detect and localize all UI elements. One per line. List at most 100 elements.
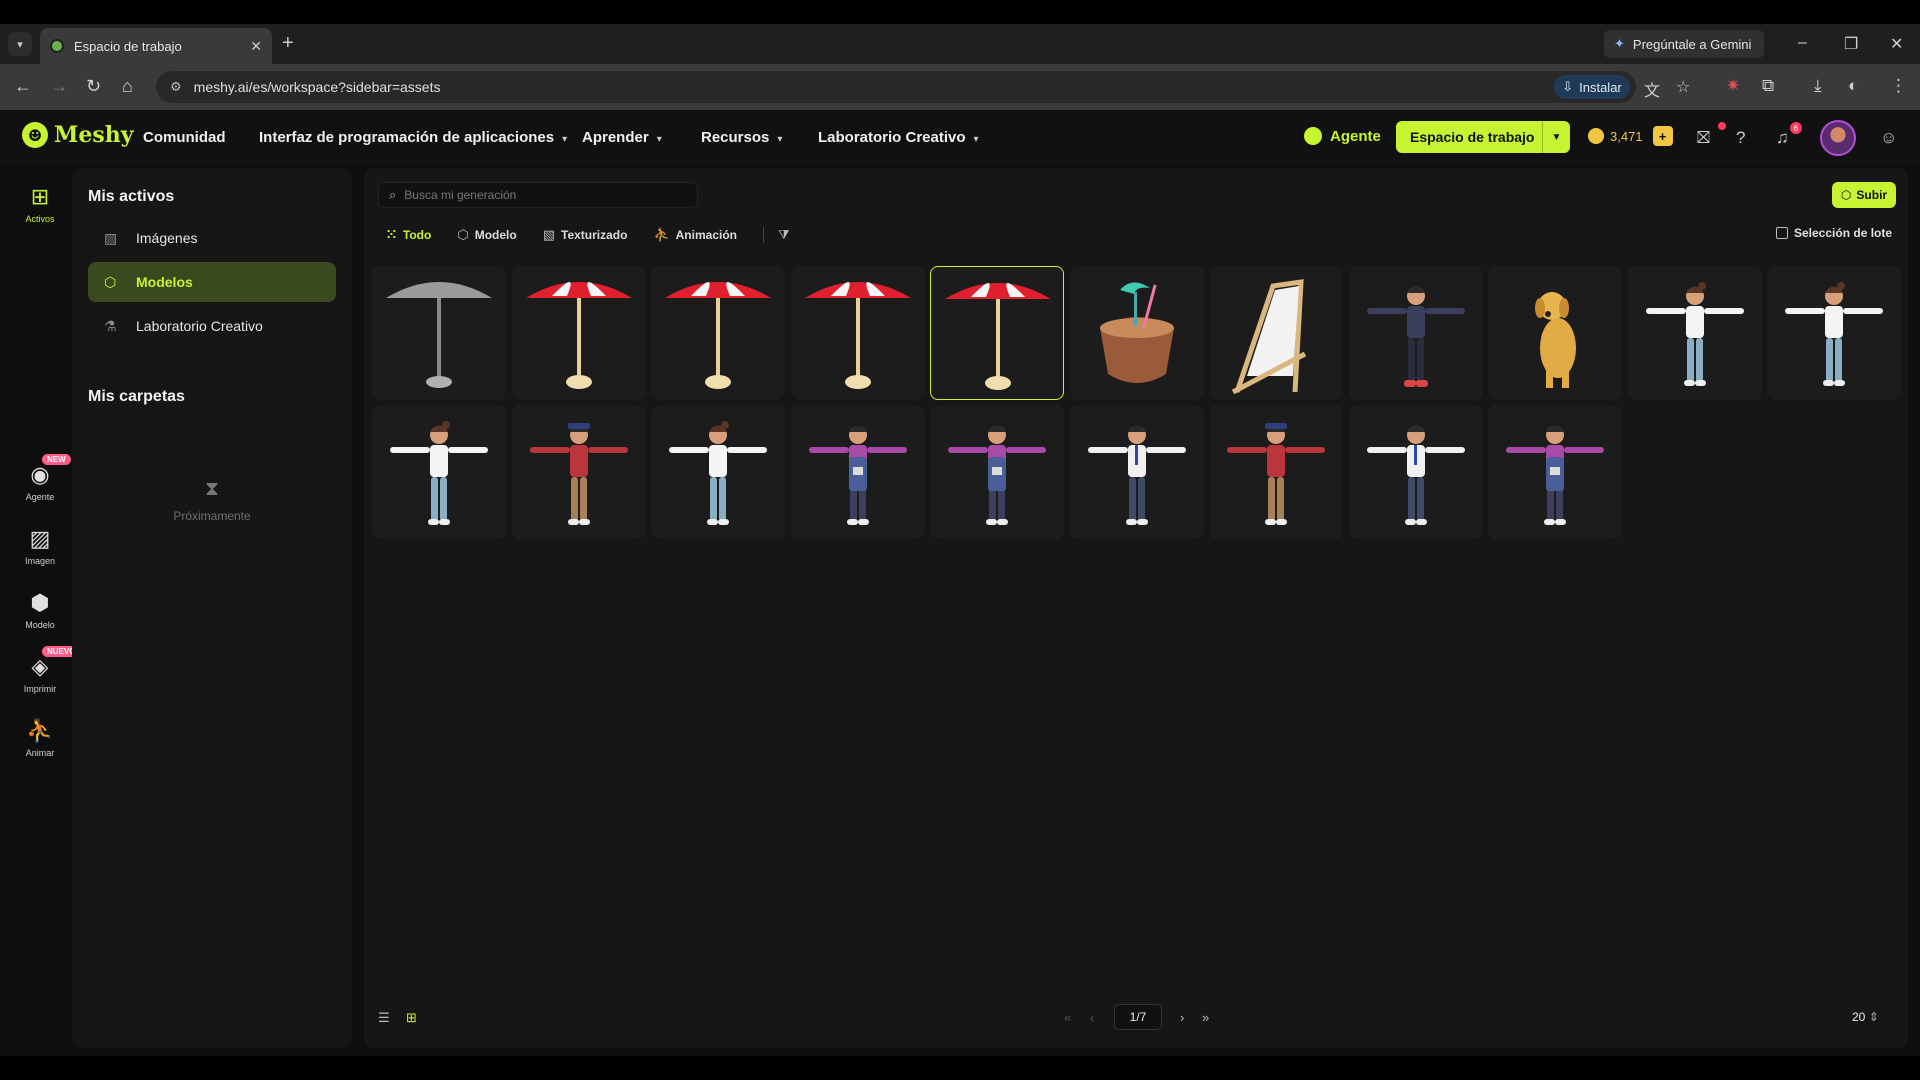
asset-card-umbrella-gray[interactable] bbox=[372, 266, 506, 400]
back-icon[interactable]: ← bbox=[14, 76, 32, 97]
profile-icon[interactable]: ◐ bbox=[1848, 76, 1858, 96]
asset-card-woman-white[interactable] bbox=[1627, 266, 1762, 400]
nav-label: Comunidad bbox=[143, 129, 226, 146]
search-icon: ⌕ bbox=[389, 187, 397, 202]
bookmark-star-icon[interactable]: ☆ bbox=[1676, 77, 1690, 97]
page-indicator[interactable]: 1/7 bbox=[1114, 1004, 1162, 1030]
browser-menu-icon[interactable]: ⋮ bbox=[1890, 76, 1907, 96]
filter-texturizado[interactable]: ▧ Texturizado bbox=[543, 227, 628, 243]
workspace-dropdown-icon[interactable]: ▼ bbox=[1542, 121, 1570, 153]
rail-item-agente[interactable]: NEW ◉ Agente bbox=[0, 454, 80, 502]
asset-card-woman-apron[interactable] bbox=[790, 405, 925, 539]
filter-label: Animación bbox=[675, 228, 737, 242]
filter-modelo[interactable]: ⬡ Modelo bbox=[457, 227, 516, 243]
sidebar-item-modelos[interactable]: ⬡ Modelos bbox=[88, 262, 336, 302]
user-avatar[interactable] bbox=[1820, 120, 1856, 156]
sidebar-item-imagenes[interactable]: ▨ Imágenes bbox=[88, 218, 336, 258]
search-box[interactable]: ⌕ bbox=[378, 182, 698, 208]
asset-card-umbrella-red[interactable] bbox=[790, 266, 925, 400]
window-close-icon[interactable]: ✕ bbox=[1890, 34, 1903, 54]
filter-label: Modelo bbox=[474, 228, 517, 242]
grid-view-icon[interactable]: ⊞ bbox=[406, 1010, 417, 1026]
list-view-icon[interactable]: ☰ bbox=[378, 1010, 390, 1026]
asset-card-man-plaid[interactable] bbox=[1209, 405, 1343, 539]
new-tab-button[interactable]: + bbox=[282, 32, 294, 55]
site-settings-icon[interactable]: ⚙ bbox=[170, 79, 182, 95]
asset-card-woman-white[interactable] bbox=[372, 405, 506, 539]
workspace-button[interactable]: Espacio de trabajo ▼ bbox=[1396, 121, 1570, 153]
asset-card-umbrella-red[interactable] bbox=[511, 266, 646, 400]
install-icon: ⇩ bbox=[1562, 79, 1574, 94]
rail-item-activos[interactable]: ⊞ Activos bbox=[0, 184, 80, 224]
rail-item-modelo[interactable]: ⬢ Modelo bbox=[0, 590, 80, 630]
extensions-puzzle-icon[interactable]: ⧉ bbox=[1762, 76, 1774, 96]
asset-thumbnail bbox=[1506, 425, 1604, 525]
nav-recursos[interactable]: Recursos ▾ bbox=[701, 129, 782, 146]
asset-card-man-tie[interactable] bbox=[1069, 405, 1204, 539]
filter-label: Texturizado bbox=[561, 228, 628, 242]
upload-button[interactable]: ⬡ Subir bbox=[1832, 182, 1896, 208]
forward-icon[interactable]: → bbox=[50, 76, 68, 97]
updown-icon: ⇕ bbox=[1868, 1010, 1879, 1024]
home-icon[interactable]: ⌂ bbox=[122, 76, 133, 97]
nav-comunidad[interactable]: Comunidad bbox=[143, 129, 226, 146]
first-page-icon[interactable]: « bbox=[1064, 1010, 1071, 1025]
gift-icon[interactable]: ⛝ bbox=[1697, 128, 1710, 148]
asset-card-woman-white[interactable] bbox=[1767, 266, 1901, 400]
filter-animacion[interactable]: ⛹ Animación bbox=[653, 227, 737, 243]
favicon-icon bbox=[50, 39, 64, 53]
rail-item-imagen[interactable]: ▨ Imagen bbox=[0, 526, 80, 566]
assets-sidebar: Mis activos ▨ Imágenes ⬡ Modelos ⚗ Labor… bbox=[72, 168, 352, 1048]
rail-item-imprimir[interactable]: NUEVO ◈ Imprimir bbox=[0, 646, 81, 694]
search-input[interactable] bbox=[404, 188, 685, 202]
downloads-icon[interactable]: ⤓ bbox=[1814, 76, 1822, 96]
last-page-icon[interactable]: » bbox=[1202, 1010, 1209, 1025]
asset-card-coconut[interactable] bbox=[1069, 266, 1204, 400]
asset-card-beach-chair[interactable] bbox=[1209, 266, 1343, 400]
help-icon[interactable]: ? bbox=[1736, 128, 1745, 148]
next-page-icon[interactable]: › bbox=[1180, 1010, 1184, 1025]
reload-icon[interactable]: ↻ bbox=[86, 76, 101, 97]
asset-thumbnail bbox=[948, 425, 1046, 525]
add-credits-button[interactable]: + bbox=[1652, 126, 1673, 146]
nav-api[interactable]: Interfaz de programación de aplicaciones… bbox=[259, 129, 567, 146]
funnel-icon[interactable]: ⧩ bbox=[778, 227, 790, 243]
extension-icon[interactable]: ✷ bbox=[1726, 76, 1740, 96]
asset-card-man-tie[interactable] bbox=[1348, 405, 1483, 539]
model-icon: ⬢ bbox=[30, 590, 50, 615]
nav-aprender[interactable]: Aprender ▾ bbox=[582, 129, 662, 146]
per-page-select[interactable]: 20 ⇕ bbox=[1852, 1010, 1879, 1024]
asset-card-umbrella-red[interactable] bbox=[651, 266, 785, 400]
install-button[interactable]: ⇩ Instalar bbox=[1554, 75, 1630, 99]
asset-card-woman-apron[interactable] bbox=[930, 405, 1064, 539]
credits-balance[interactable]: 3,471 + bbox=[1588, 126, 1673, 146]
restore-icon[interactable]: ❐ bbox=[1844, 34, 1858, 54]
prev-page-icon[interactable]: ‹ bbox=[1090, 1010, 1094, 1025]
nav-laboratorio[interactable]: Laboratorio Creativo ▾ bbox=[818, 129, 979, 146]
translate-icon[interactable]: 文 bbox=[1644, 77, 1660, 101]
browser-tab[interactable]: Espacio de trabajo ✕ bbox=[40, 28, 272, 64]
minimize-icon[interactable]: – bbox=[1798, 34, 1807, 52]
agent-link[interactable]: Agente bbox=[1304, 127, 1381, 145]
batch-select[interactable]: Selección de lote bbox=[1776, 226, 1892, 240]
bell-icon[interactable]: ♫ bbox=[1776, 128, 1789, 148]
asset-card-woman-apron[interactable] bbox=[1488, 405, 1622, 539]
asset-card-woman-white[interactable] bbox=[651, 405, 785, 539]
close-tab-icon[interactable]: ✕ bbox=[250, 38, 262, 55]
gemini-button[interactable]: ✦ Pregúntale a Gemini bbox=[1604, 30, 1764, 58]
asset-thumbnail bbox=[945, 283, 1051, 390]
browser-tab-bar: ▾ Espacio de trabajo ✕ + ✦ Pregúntale a … bbox=[0, 24, 1920, 64]
asset-card-umbrella-red[interactable] bbox=[930, 266, 1064, 400]
workspace-label: Espacio de trabajo bbox=[1410, 129, 1535, 145]
asset-card-man-plaid[interactable] bbox=[511, 405, 646, 539]
meshy-logo[interactable]: ☻ Meshy bbox=[22, 122, 134, 148]
filter-todo[interactable]: ⁙ Todo bbox=[386, 227, 431, 243]
url-bar[interactable]: ⚙ meshy.ai/es/workspace?sidebar=assets bbox=[156, 71, 1636, 103]
asset-card-dog[interactable] bbox=[1488, 266, 1622, 400]
discord-icon[interactable]: ☺ bbox=[1880, 128, 1897, 148]
coming-soon-label: Próximamente bbox=[173, 509, 251, 523]
asset-card-man-hoodie[interactable] bbox=[1348, 266, 1483, 400]
sidebar-item-laboratorio[interactable]: ⚗ Laboratorio Creativo bbox=[88, 306, 336, 346]
rail-item-animar[interactable]: ⛹ Animar bbox=[0, 718, 80, 758]
tab-list-button[interactable]: ▾ bbox=[8, 32, 32, 56]
